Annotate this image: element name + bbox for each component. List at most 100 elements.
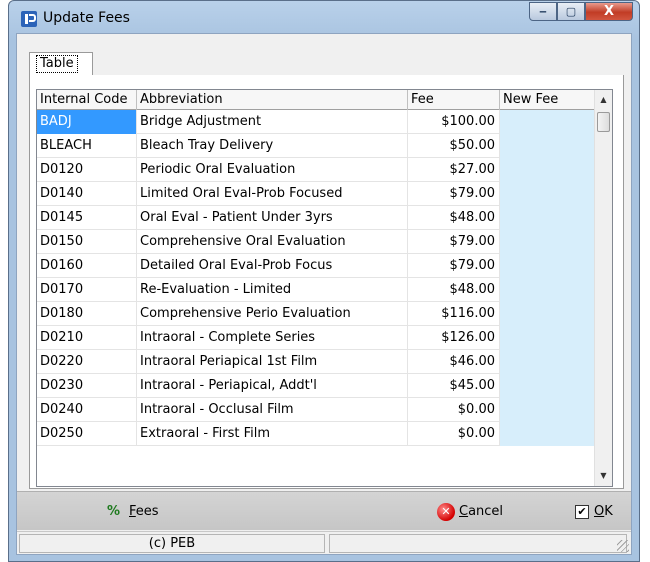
cell-abbreviation: Limited Oral Eval-Prob Focused bbox=[137, 182, 408, 206]
cell-fee: $50.00 bbox=[408, 134, 500, 158]
cell-new-fee[interactable] bbox=[500, 230, 607, 254]
table-row[interactable]: D0120 Periodic Oral Evaluation $27.00 bbox=[37, 158, 612, 182]
cell-new-fee[interactable] bbox=[500, 206, 607, 230]
table-row[interactable]: D0220 Intraoral Periapical 1st Film $46.00 bbox=[37, 350, 612, 374]
cell-internal-code: D0150 bbox=[37, 230, 137, 254]
cell-new-fee[interactable] bbox=[500, 278, 607, 302]
cell-abbreviation: Comprehensive Perio Evaluation bbox=[137, 302, 408, 326]
status-bar: (c) PEB bbox=[17, 531, 631, 554]
cell-new-fee[interactable] bbox=[500, 158, 607, 182]
cell-abbreviation: Oral Eval - Patient Under 3yrs bbox=[137, 206, 408, 230]
cell-abbreviation: Detailed Oral Eval-Prob Focus bbox=[137, 254, 408, 278]
table-row[interactable]: D0145 Oral Eval - Patient Under 3yrs $48.0… bbox=[37, 206, 612, 230]
grid-header: Internal Code Abbreviation Fee New Fee bbox=[37, 90, 612, 110]
table-row[interactable]: BADJ Bridge Adjustment $100.00 bbox=[37, 110, 612, 134]
table-row[interactable]: D0180 Comprehensive Perio Evaluation $116.… bbox=[37, 302, 612, 326]
cell-new-fee[interactable] bbox=[500, 398, 607, 422]
table-row[interactable]: D0170 Re-Evaluation - Limited $48.00 bbox=[37, 278, 612, 302]
fees-grid: Internal Code Abbreviation Fee New Fee B… bbox=[36, 89, 613, 487]
status-copyright: (c) PEB bbox=[19, 534, 325, 553]
cell-abbreviation: Intraoral - Complete Series bbox=[137, 326, 408, 350]
ok-label-mnemonic: O bbox=[594, 504, 605, 519]
resize-grip-icon[interactable] bbox=[617, 540, 629, 552]
percent-fees-icon: % bbox=[107, 504, 121, 519]
cell-fee: $48.00 bbox=[408, 206, 500, 230]
table-row[interactable]: D0140 Limited Oral Eval-Prob Focused $79.0… bbox=[37, 182, 612, 206]
cell-abbreviation: Intraoral - Periapical, Addt'l bbox=[137, 374, 408, 398]
cell-internal-code: D0140 bbox=[37, 182, 137, 206]
grid-rows: BADJ Bridge Adjustment $100.00 BLEACH Bleach… bbox=[37, 110, 612, 446]
cell-new-fee[interactable] bbox=[500, 422, 607, 446]
cell-fee: $100.00 bbox=[408, 110, 500, 134]
cell-new-fee[interactable] bbox=[500, 110, 607, 134]
column-header-internal-code[interactable]: Internal Code bbox=[37, 90, 137, 110]
cell-internal-code: D0180 bbox=[37, 302, 137, 326]
window-controls: ‒ ▢ X bbox=[529, 2, 633, 21]
cell-internal-code: D0120 bbox=[37, 158, 137, 182]
cell-internal-code: D0210 bbox=[37, 326, 137, 350]
cell-new-fee[interactable] bbox=[500, 350, 607, 374]
ok-label: K bbox=[604, 504, 613, 519]
bottom-toolbar: % Fees ✕ Cancel ✔ OK bbox=[17, 491, 631, 530]
cell-abbreviation: Intraoral - Occlusal Film bbox=[137, 398, 408, 422]
cell-fee: $0.00 bbox=[408, 422, 500, 446]
cell-new-fee[interactable] bbox=[500, 134, 607, 158]
scroll-down-arrow-icon[interactable]: ▼ bbox=[595, 466, 612, 486]
cell-fee: $79.00 bbox=[408, 182, 500, 206]
cell-internal-code: D0160 bbox=[37, 254, 137, 278]
cell-abbreviation: Extraoral - First Film bbox=[137, 422, 408, 446]
column-header-fee[interactable]: Fee bbox=[408, 90, 500, 110]
close-button[interactable]: X bbox=[585, 2, 633, 21]
cell-internal-code: D0250 bbox=[37, 422, 137, 446]
maximize-button[interactable]: ▢ bbox=[557, 2, 585, 21]
fees-button[interactable]: % Fees bbox=[107, 502, 159, 522]
window-title: Update Fees bbox=[43, 10, 130, 26]
cell-internal-code: D0220 bbox=[37, 350, 137, 374]
ok-checkbox-icon: ✔ bbox=[575, 504, 589, 519]
cell-abbreviation: Bridge Adjustment bbox=[137, 110, 408, 134]
cell-new-fee[interactable] bbox=[500, 254, 607, 278]
cell-new-fee[interactable] bbox=[500, 326, 607, 350]
table-row[interactable]: BLEACH Bleach Tray Delivery $50.00 bbox=[37, 134, 612, 158]
table-row[interactable]: D0150 Comprehensive Oral Evaluation $79.00 bbox=[37, 230, 612, 254]
cell-abbreviation: Bleach Tray Delivery bbox=[137, 134, 408, 158]
table-row[interactable]: D0240 Intraoral - Occlusal Film $0.00 bbox=[37, 398, 612, 422]
table-row[interactable]: D0230 Intraoral - Periapical, Addt'l $45.0… bbox=[37, 374, 612, 398]
cancel-label: ancel bbox=[468, 504, 504, 519]
cell-fee: $27.00 bbox=[408, 158, 500, 182]
cell-new-fee[interactable] bbox=[500, 182, 607, 206]
ok-button[interactable]: ✔ OK bbox=[575, 502, 613, 522]
cell-internal-code: BADJ bbox=[37, 110, 137, 134]
cell-new-fee[interactable] bbox=[500, 302, 607, 326]
minimize-button[interactable]: ‒ bbox=[529, 2, 557, 21]
cell-internal-code: D0145 bbox=[37, 206, 137, 230]
table-row[interactable]: D0160 Detailed Oral Eval-Prob Focus $79.00 bbox=[37, 254, 612, 278]
tab-table[interactable]: Table bbox=[29, 52, 93, 75]
cell-fee: $79.00 bbox=[408, 230, 500, 254]
cell-abbreviation: Comprehensive Oral Evaluation bbox=[137, 230, 408, 254]
client-area: Table Internal Code Abbreviation Fee New… bbox=[16, 33, 632, 555]
cell-internal-code: D0170 bbox=[37, 278, 137, 302]
title-bar[interactable]: Update Fees ‒ ▢ X bbox=[9, 1, 639, 33]
cell-internal-code: D0230 bbox=[37, 374, 137, 398]
cell-new-fee[interactable] bbox=[500, 374, 607, 398]
cell-fee: $46.00 bbox=[408, 350, 500, 374]
cancel-button[interactable]: ✕ Cancel bbox=[437, 502, 503, 522]
table-row[interactable]: D0250 Extraoral - First Film $0.00 bbox=[37, 422, 612, 446]
cell-abbreviation: Re-Evaluation - Limited bbox=[137, 278, 408, 302]
vertical-scrollbar[interactable]: ▲ ▼ bbox=[594, 90, 612, 486]
cell-fee: $116.00 bbox=[408, 302, 500, 326]
cell-fee: $126.00 bbox=[408, 326, 500, 350]
scroll-up-arrow-icon[interactable]: ▲ bbox=[595, 90, 612, 110]
cell-fee: $0.00 bbox=[408, 398, 500, 422]
table-tab-panel: Internal Code Abbreviation Fee New Fee B… bbox=[29, 75, 624, 489]
cancel-icon: ✕ bbox=[437, 502, 455, 521]
table-row[interactable]: D0210 Intraoral - Complete Series $126.00 bbox=[37, 326, 612, 350]
column-header-abbreviation[interactable]: Abbreviation bbox=[137, 90, 408, 110]
column-header-new-fee[interactable]: New Fee bbox=[500, 90, 607, 110]
cell-abbreviation: Periodic Oral Evaluation bbox=[137, 158, 408, 182]
cell-internal-code: BLEACH bbox=[37, 134, 137, 158]
fees-label: ees bbox=[135, 504, 159, 519]
cell-fee: $45.00 bbox=[408, 374, 500, 398]
scroll-thumb[interactable] bbox=[597, 112, 610, 132]
